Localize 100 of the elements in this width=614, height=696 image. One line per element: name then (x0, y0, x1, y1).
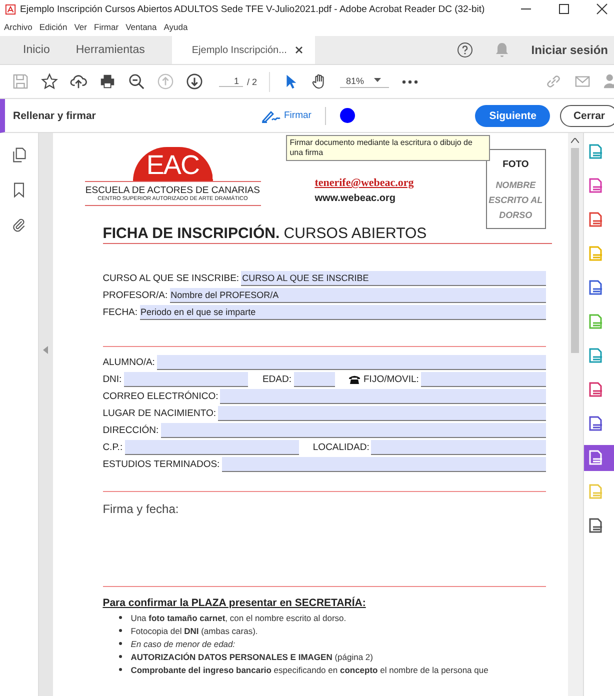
logo-text: EAC (146, 151, 199, 179)
requirement-text: Fotocopia del DNI (ambas caras). (130, 626, 258, 636)
menu-item[interactable]: Ventana (126, 22, 157, 32)
field-label: C.P.: (102, 442, 123, 452)
document-tool-icon (588, 348, 604, 364)
website-text: www.webeac.org (314, 193, 396, 204)
input-field[interactable]: Periodo en el que se imparte (140, 304, 546, 320)
scroll-up-icon[interactable] (571, 138, 580, 143)
email-link[interactable]: tenerife@webeac.org (314, 177, 414, 189)
tab[interactable]: Ejemplo Inscripción... (172, 36, 315, 64)
input-field[interactable] (124, 372, 248, 386)
document-tool-icon (588, 212, 604, 228)
zoom-dropdown[interactable]: 81% (340, 76, 390, 88)
bullet-icon (118, 642, 122, 645)
input-field[interactable] (371, 440, 546, 454)
window-title: Ejemplo Inscripción Cursos Abiertos ADULTOS Sede TFE V-Julio2021.pdf - Adobe Acrobat Reader DC (32-bit) (20, 4, 485, 14)
cloud-upload-icon[interactable] (70, 73, 87, 90)
star-icon[interactable] (41, 73, 58, 90)
menu-item[interactable]: Edición (39, 22, 68, 32)
pages-icon[interactable] (11, 147, 28, 163)
tool-button[interactable] (584, 445, 614, 471)
field-label: CURSO AL QUE SE INSCRIBE: (102, 272, 240, 284)
input-field[interactable] (220, 388, 546, 404)
scrollbar-thumb[interactable] (571, 148, 580, 353)
document-tool-icon (588, 484, 604, 500)
menu-item[interactable]: Firmar (94, 22, 119, 32)
bullet-icon (118, 629, 122, 632)
ink-color-swatch[interactable] (340, 108, 356, 123)
document-tool-icon (588, 178, 604, 194)
input-field[interactable] (218, 406, 546, 420)
field-label: ALUMNO/A: (102, 356, 155, 368)
input-field[interactable] (160, 422, 546, 438)
school-name: ESCUELA DE ACTORES DE CANARIAS (84, 181, 261, 196)
field-label: FECHA: (102, 306, 138, 318)
requirement-text: Una foto tamaño carnet, con el nombre escrito al dorso. (130, 612, 346, 622)
photo-title: FOTO (502, 159, 529, 170)
tab[interactable]: Herramientas (62, 36, 158, 64)
document-tool-icon (588, 280, 604, 296)
phone-icon (348, 374, 360, 384)
document-tool-icon (588, 382, 604, 398)
input-field[interactable] (420, 372, 546, 386)
mail-icon[interactable] (574, 73, 591, 90)
field-label: DIRECCIÓN: (102, 424, 159, 436)
pdf-file-icon (5, 4, 16, 14)
collapse-arrow-icon[interactable] (43, 346, 48, 354)
form-heading: FICHA DE INSCRIPCIÓN. CURSOS ABIERTOS (102, 225, 552, 244)
bullet-icon (118, 655, 122, 658)
tab[interactable]: Inicio (10, 36, 63, 64)
sign-in-link[interactable]: Iniciar sesión (531, 43, 608, 57)
menu-item[interactable]: Archivo (4, 22, 32, 32)
input-field[interactable] (124, 440, 299, 454)
input-field[interactable]: Nombre del PROFESOR/A (170, 288, 546, 302)
field-label: ESTUDIOS TERMINADOS: (102, 458, 220, 470)
save-icon[interactable] (12, 73, 29, 90)
page-number-field[interactable]: 1 (219, 76, 243, 87)
zoom-out-icon[interactable] (128, 73, 145, 90)
signature-label: Firma y fecha: (102, 502, 180, 516)
field-label: FIJO/MOVIL: (364, 374, 419, 384)
field-label: EDAD: (262, 374, 292, 384)
more-icon[interactable] (401, 78, 420, 84)
maximize-icon[interactable] (558, 3, 570, 15)
input-field[interactable] (156, 354, 546, 370)
close-icon[interactable] (596, 3, 608, 15)
next-button[interactable]: Siguiente (475, 104, 550, 126)
document-tool-icon (588, 246, 604, 262)
caret-icon (374, 78, 382, 83)
requirement-text: Comprobante del ingreso bancario especificando en concepto el nombre de la persona que (130, 664, 488, 674)
scrollbar[interactable] (568, 133, 583, 696)
link-icon[interactable] (545, 73, 562, 90)
close-icon[interactable] (294, 46, 303, 54)
field-label: PROFESOR/A: (102, 290, 168, 300)
paperclip-icon[interactable] (11, 217, 28, 233)
field-label: LUGAR DE NACIMIENTO: (102, 408, 216, 418)
bullet-icon (118, 668, 122, 671)
field-label: CORREO ELECTRÓNICO: (102, 390, 218, 402)
document-tool-icon (588, 416, 604, 432)
field-label: DNI: (102, 374, 122, 384)
print-icon[interactable] (99, 73, 116, 90)
sign-button[interactable]: Firmar (261, 108, 312, 122)
requirement-text: En caso de menor de edad: (130, 638, 236, 648)
bullet-icon (118, 616, 122, 619)
input-field[interactable]: CURSO AL QUE SE INSCRIBE (241, 270, 546, 286)
document-tool-icon (588, 314, 604, 330)
input-field[interactable] (222, 456, 546, 472)
arrow-down-icon[interactable] (186, 73, 203, 90)
document-tool-icon (588, 144, 604, 160)
requirement-text: AUTORIZACIÓN DATOS PERSONALES E IMAGEN (página 2) (130, 652, 373, 662)
menu-item[interactable]: Ayuda (164, 22, 188, 32)
pen-icon (261, 108, 281, 122)
fill-and-sign-title: Rellenar y firmar (13, 110, 97, 122)
input-field[interactable] (294, 372, 334, 386)
help-icon[interactable] (457, 42, 474, 58)
field-label: LOCALIDAD: (312, 442, 370, 452)
document-tool-icon (588, 518, 604, 534)
tooltip: Firmar documento mediante la escritura o dibujo de una firma (286, 135, 490, 161)
close-button[interactable]: Cerrar (560, 104, 614, 126)
page-count: / 2 (247, 76, 258, 86)
menu-item[interactable]: Ver (74, 22, 87, 32)
photo-note: NOMBRE ESCRITO AL DORSO (488, 179, 544, 222)
requirements-title: Para confirmar la PLAZA presentar en SECRETARÍA: (102, 597, 367, 609)
